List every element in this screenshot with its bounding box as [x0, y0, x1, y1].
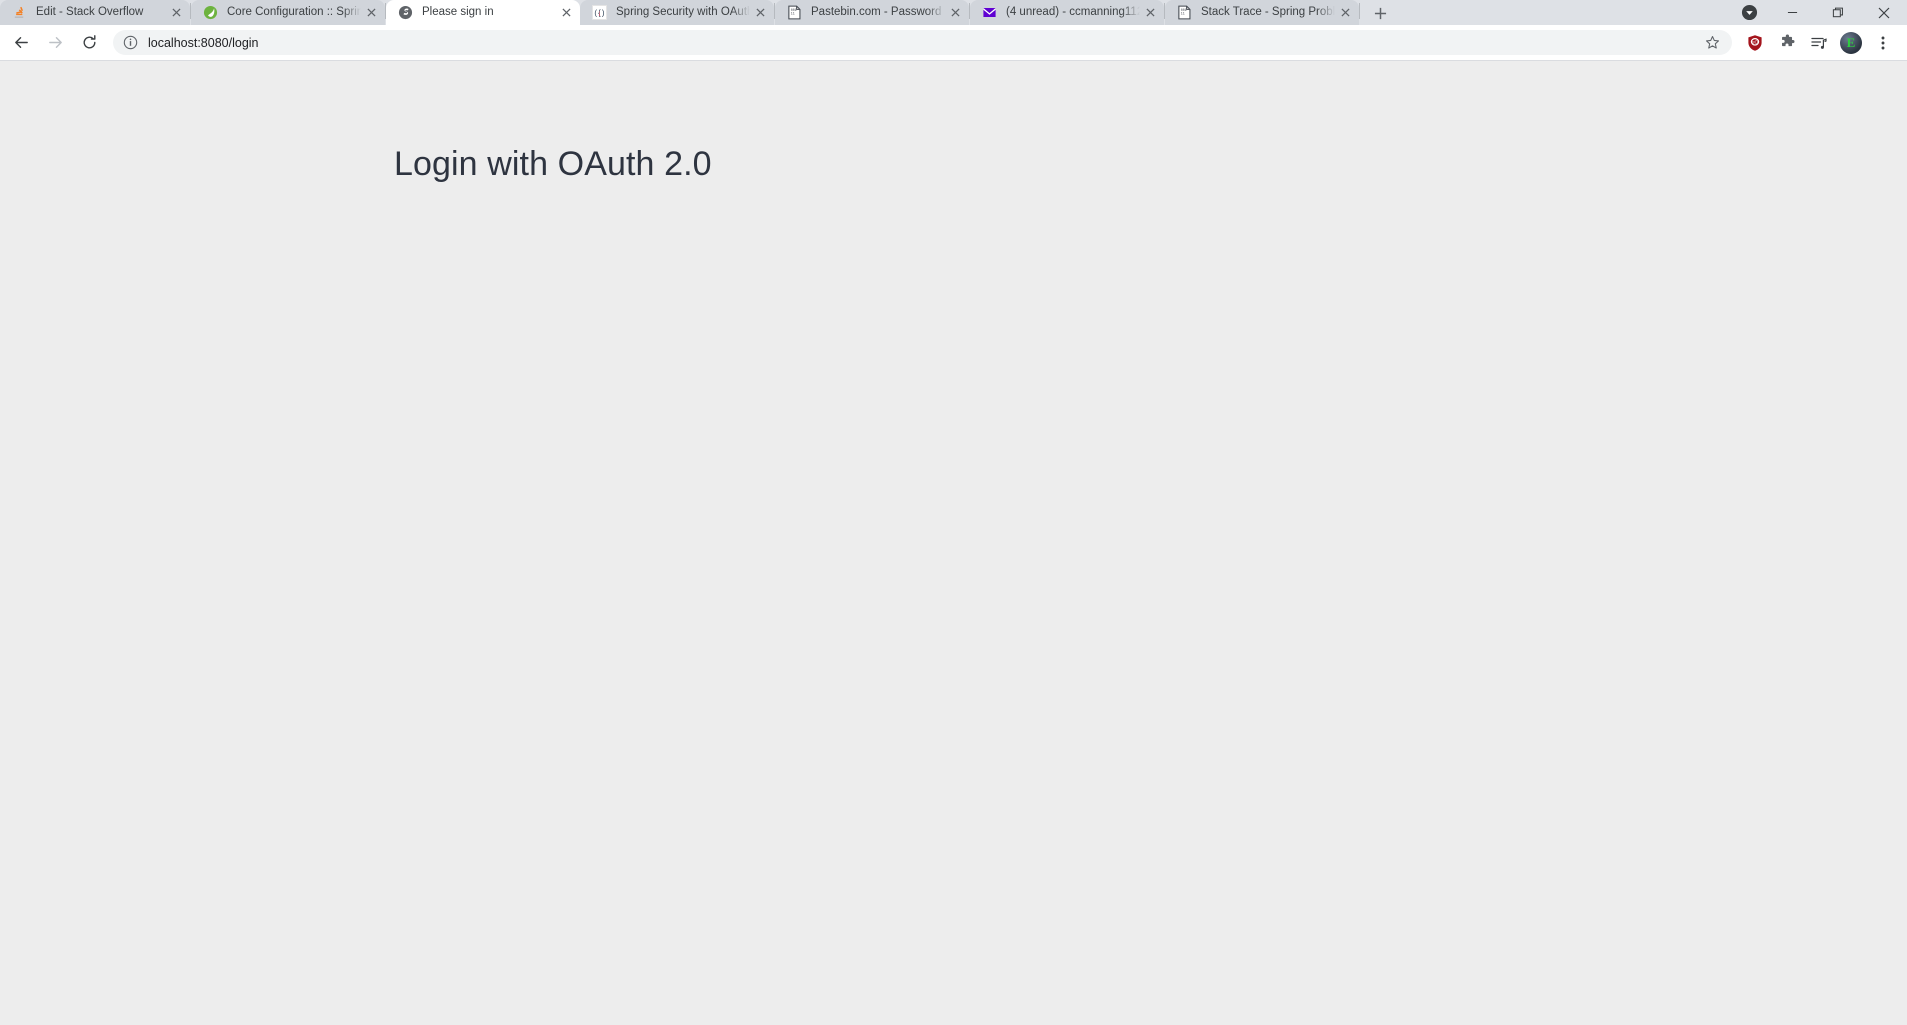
spring-leaf-icon — [202, 5, 218, 21]
reload-button[interactable] — [75, 29, 103, 57]
bookmark-star-icon[interactable] — [1702, 33, 1722, 53]
svg-text:11: 11 — [790, 12, 794, 16]
tab-title: Core Configuration :: Spring Sec — [227, 6, 361, 18]
tab-pastebin-password-emailer[interactable]: 001 11 Pastebin.com - Password Emailer — [775, 0, 969, 25]
pastebin-icon: 001 11 — [1176, 5, 1192, 21]
new-tab-button[interactable] — [1366, 0, 1394, 27]
minimize-button[interactable] — [1769, 0, 1815, 25]
close-icon[interactable] — [750, 3, 770, 23]
close-icon[interactable] — [556, 3, 576, 23]
tab-core-configuration-spring-security[interactable]: Core Configuration :: Spring Sec — [191, 0, 385, 25]
globe-icon — [397, 5, 413, 21]
address-bar[interactable]: localhost:8080/login — [113, 30, 1732, 55]
page-title: Login with OAuth 2.0 — [394, 145, 712, 183]
tab-spring-security-oauth2-login[interactable]: { ( i ) Spring Security with OAuth2 Log — [580, 0, 774, 25]
tab-strip: Edit - Stack Overflow Core Configuration… — [0, 0, 1907, 25]
browser-window: Edit - Stack Overflow Core Configuration… — [0, 0, 1907, 1025]
window-controls — [1729, 0, 1907, 25]
close-window-button[interactable] — [1861, 0, 1907, 25]
back-button[interactable] — [7, 29, 35, 57]
baeldung-icon: { ( i ) — [591, 5, 607, 21]
tab-mail-unread[interactable]: (4 unread) - ccmanning1128@ya — [970, 0, 1164, 25]
tab-list: Edit - Stack Overflow Core Configuration… — [0, 0, 1394, 25]
browser-toolbar: localhost:8080/login uO E — [0, 25, 1907, 60]
media-list-icon[interactable] — [1805, 29, 1833, 57]
svg-text:i: i — [598, 9, 600, 18]
tab-edit-stack-overflow[interactable]: Edit - Stack Overflow — [0, 0, 190, 25]
tab-please-sign-in[interactable]: Please sign in — [386, 0, 580, 25]
close-icon[interactable] — [361, 3, 381, 23]
close-icon[interactable] — [1140, 3, 1160, 23]
svg-text:uO: uO — [1752, 39, 1759, 44]
tab-title: Stack Trace - Spring Problem - Pa — [1201, 6, 1335, 18]
svg-text:): ) — [601, 9, 604, 18]
url-text[interactable]: localhost:8080/login — [148, 36, 1694, 50]
page-viewport: Login with OAuth 2.0 — [0, 61, 1907, 1025]
close-icon[interactable] — [1335, 3, 1355, 23]
forward-button[interactable] — [41, 29, 69, 57]
tab-title: Pastebin.com - Password Emailer — [811, 6, 945, 18]
avatar[interactable]: E — [1837, 29, 1865, 57]
close-icon[interactable] — [945, 3, 965, 23]
stackoverflow-icon — [11, 5, 27, 21]
tab-title: Edit - Stack Overflow — [36, 6, 144, 18]
profile-avatar-initial: E — [1840, 31, 1862, 54]
update-indicator-icon[interactable] — [1729, 0, 1769, 25]
svg-text:11: 11 — [1180, 12, 1184, 16]
tab-title: (4 unread) - ccmanning1128@ya — [1006, 6, 1140, 18]
tab-title: Spring Security with OAuth2 Log — [616, 6, 750, 18]
tab-title: Please sign in — [422, 6, 494, 18]
tab-separator — [1359, 2, 1360, 19]
close-icon[interactable] — [166, 3, 186, 23]
mail-envelope-icon — [981, 5, 997, 21]
svg-text:(: ( — [594, 9, 597, 18]
chrome-menu-button[interactable] — [1869, 29, 1897, 57]
ublock-origin-icon[interactable]: uO — [1741, 29, 1769, 57]
puzzle-icon[interactable] — [1773, 29, 1801, 57]
pastebin-icon: 001 11 — [786, 5, 802, 21]
tab-stack-trace-spring-problem[interactable]: 001 11 Stack Trace - Spring Problem - Pa — [1165, 0, 1359, 25]
site-info-icon[interactable] — [122, 35, 138, 51]
maximize-button[interactable] — [1815, 0, 1861, 25]
